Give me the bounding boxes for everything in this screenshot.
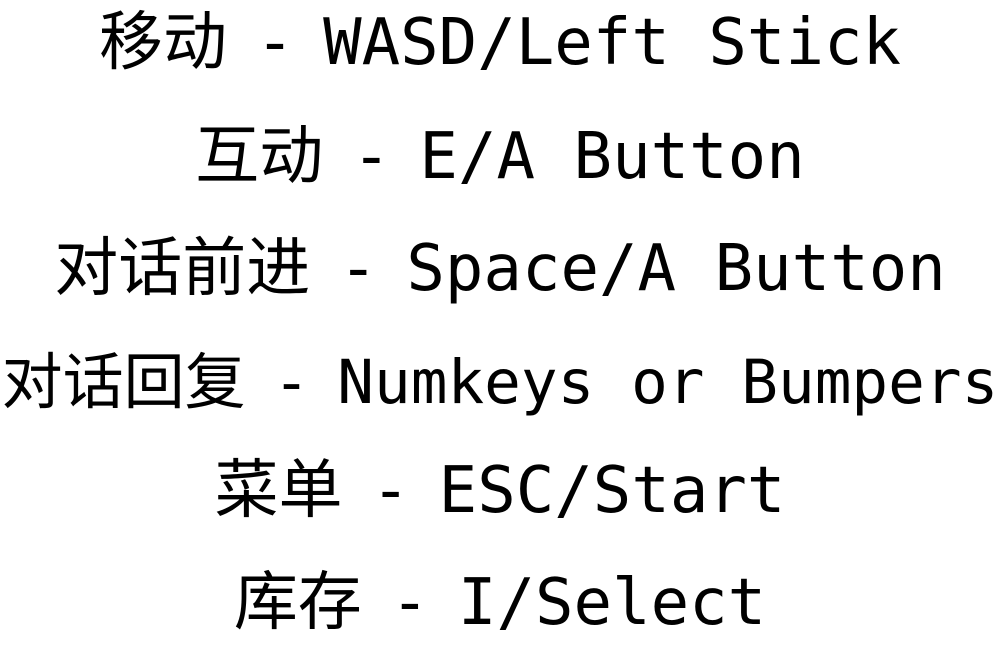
control-separator: - xyxy=(255,6,295,80)
control-keys: Numkeys or Bumpers xyxy=(337,347,999,418)
control-keys: WASD/Left Stick xyxy=(323,6,902,80)
control-keys: I/Select xyxy=(457,566,767,640)
control-separator: - xyxy=(273,347,310,418)
controls-list: 移动 - WASD/Left Stick 互动 - E/A Button 对话前… xyxy=(0,0,1000,640)
control-separator: - xyxy=(390,566,430,640)
control-action: 库存 xyxy=(233,566,362,640)
control-keys: ESC/Start xyxy=(438,454,786,528)
control-separator: - xyxy=(352,120,391,194)
control-separator: - xyxy=(339,232,378,306)
control-action: 菜单 xyxy=(214,454,343,528)
control-row-inventory: 库存 - I/Select xyxy=(0,550,1000,656)
control-action: 移动 xyxy=(98,6,227,80)
control-row-dialogue-advance: 对话前进 - Space/A Button xyxy=(0,216,1000,322)
control-action: 对话回复 xyxy=(1,347,246,418)
control-row-dialogue-reply: 对话回复 - Numkeys or Bumpers xyxy=(0,330,1000,436)
control-action: 对话前进 xyxy=(54,232,311,306)
control-action: 互动 xyxy=(195,120,324,194)
control-separator: - xyxy=(371,454,410,528)
control-row-interact: 互动 - E/A Button xyxy=(0,104,1000,210)
control-row-move: 移动 - WASD/Left Stick xyxy=(0,0,1000,96)
control-keys: Space/A Button xyxy=(406,232,946,306)
control-keys: E/A Button xyxy=(419,120,805,194)
control-row-menu: 菜单 - ESC/Start xyxy=(0,438,1000,544)
